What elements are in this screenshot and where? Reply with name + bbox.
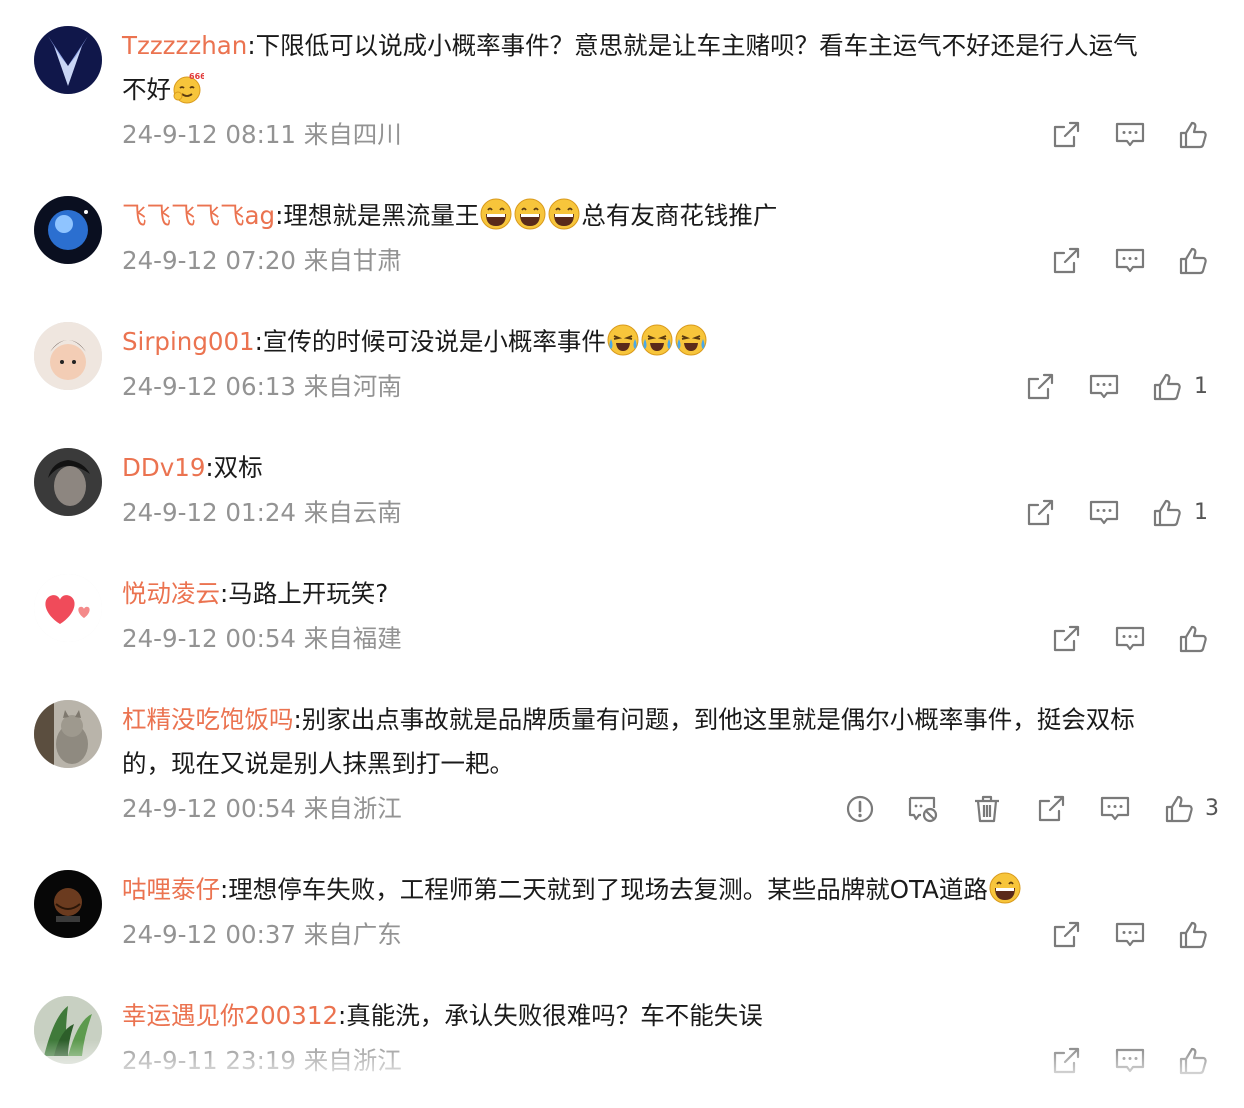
like-icon[interactable] bbox=[1177, 1045, 1209, 1077]
comment-icon[interactable] bbox=[1114, 623, 1146, 655]
avatar[interactable] bbox=[34, 996, 102, 1064]
comment-meta: 24-9-12 06:13 来自河南 bbox=[122, 372, 402, 401]
comment-body: 双标 bbox=[213, 453, 263, 482]
like-count: 1 bbox=[1194, 500, 1208, 525]
like-icon[interactable] bbox=[1177, 919, 1209, 951]
comment-body: 理想就是黑流量王 bbox=[283, 201, 480, 230]
comment-text: 幸运遇见你200312:真能洗，承认失败很难吗？车不能失误 bbox=[122, 1001, 763, 1030]
comment-body-cont: 的，现在又说是别人抹黑到打一耙。 bbox=[122, 749, 514, 778]
comment-icon[interactable] bbox=[1099, 793, 1131, 825]
laugh-cry-face-icon bbox=[675, 324, 707, 356]
comment-body: 下限低可以说成小概率事件？意思就是让车主赌呗？看车主运气不好还是行人运气 bbox=[255, 31, 1138, 60]
comment-icon[interactable] bbox=[1114, 245, 1146, 277]
grin-face-icon bbox=[514, 198, 546, 230]
comment-username[interactable]: DDv19 bbox=[122, 453, 205, 482]
share-icon[interactable] bbox=[1050, 245, 1082, 277]
share-icon[interactable] bbox=[1050, 1045, 1082, 1077]
comment-body: 真能洗，承认失败很难吗？车不能失误 bbox=[346, 1001, 763, 1030]
comment-username[interactable]: 飞飞飞飞飞ag bbox=[122, 201, 275, 230]
comment-text: DDv19:双标 bbox=[122, 453, 263, 482]
share-icon[interactable] bbox=[1024, 497, 1056, 529]
comment-body: 理想停车失败，工程师第二天就到了现场去复测。某些品牌就OTA道路 bbox=[228, 875, 988, 904]
avatar[interactable] bbox=[34, 322, 102, 390]
comment-text: 悦动凌云:马路上开玩笑? bbox=[122, 579, 389, 608]
like-count: 1 bbox=[1194, 374, 1208, 399]
comment-body-cont: 不好 bbox=[122, 75, 171, 104]
share-icon[interactable] bbox=[1024, 371, 1056, 403]
comment-meta: 24-9-12 01:24 来自云南 bbox=[122, 498, 402, 527]
share-icon[interactable] bbox=[1035, 793, 1067, 825]
comment-meta: 24-9-12 00:54 来自福建 bbox=[122, 624, 402, 653]
like-icon[interactable] bbox=[1177, 245, 1209, 277]
comment-text: 杠精没吃饱饭吗:别家出点事故就是品牌质量有问题，到他这里就是偶尔小概率事件，挺会… bbox=[122, 705, 1135, 778]
comment-username[interactable]: 悦动凌云 bbox=[122, 579, 220, 608]
comment-body: 宣传的时候可没说是小概率事件 bbox=[262, 327, 606, 356]
like-count: 3 bbox=[1205, 796, 1219, 821]
comment-icon[interactable] bbox=[1088, 371, 1120, 403]
grin-face-icon bbox=[989, 872, 1021, 904]
comment-meta: 24-9-12 07:20 来自甘肃 bbox=[122, 246, 402, 275]
comment-body: 别家出点事故就是品牌质量有问题，到他这里就是偶尔小概率事件，挺会双标 bbox=[301, 705, 1135, 734]
like-icon[interactable] bbox=[1177, 119, 1209, 151]
comment-icon[interactable] bbox=[1114, 1045, 1146, 1077]
comment-meta: 24-9-12 00:37 来自广东 bbox=[122, 920, 402, 949]
comment-body: 马路上开玩笑? bbox=[228, 579, 389, 608]
comment-text: Tzzzzzhan:下限低可以说成小概率事件？意思就是让车主赌呗？看车主运气不好… bbox=[122, 31, 1138, 104]
like-icon[interactable] bbox=[1151, 371, 1183, 403]
comment-icon[interactable] bbox=[1114, 919, 1146, 951]
666-face-icon bbox=[172, 72, 204, 104]
comment-meta: 24-9-11 23:19 来自浙江 bbox=[122, 1046, 402, 1075]
laugh-cry-face-icon bbox=[607, 324, 639, 356]
comment-text: 飞飞飞飞飞ag:理想就是黑流量王 总有友商花钱推广 bbox=[122, 194, 1227, 238]
grin-face-icon bbox=[480, 198, 512, 230]
comment-icon[interactable] bbox=[1088, 497, 1120, 529]
comment-meta: 24-9-12 08:11 来自四川 bbox=[122, 120, 402, 149]
share-icon[interactable] bbox=[1050, 919, 1082, 951]
comment-text: Sirping001:宣传的时候可没说是小概率事件 bbox=[122, 320, 1227, 364]
comment-username[interactable]: Sirping001 bbox=[122, 327, 255, 356]
share-icon[interactable] bbox=[1050, 623, 1082, 655]
comment-username[interactable]: 杠精没吃饱饭吗 bbox=[122, 705, 294, 734]
comment-body-after: 总有友商花钱推广 bbox=[581, 201, 778, 230]
avatar[interactable] bbox=[34, 870, 102, 938]
avatar[interactable] bbox=[34, 448, 102, 516]
block-icon[interactable] bbox=[907, 793, 939, 825]
share-icon[interactable] bbox=[1050, 119, 1082, 151]
comment-meta: 24-9-12 00:54 来自浙江 bbox=[122, 794, 402, 823]
grin-face-icon bbox=[548, 198, 580, 230]
comment-username[interactable]: 咕哩泰仔 bbox=[122, 875, 220, 904]
comment-username[interactable]: Tzzzzzhan bbox=[122, 31, 247, 60]
avatar[interactable] bbox=[34, 574, 102, 642]
avatar[interactable] bbox=[34, 26, 102, 94]
like-icon[interactable] bbox=[1177, 623, 1209, 655]
avatar[interactable] bbox=[34, 196, 102, 264]
like-icon[interactable] bbox=[1163, 793, 1195, 825]
laugh-cry-face-icon bbox=[641, 324, 673, 356]
report-icon[interactable] bbox=[844, 793, 876, 825]
like-icon[interactable] bbox=[1151, 497, 1183, 529]
comment-icon[interactable] bbox=[1114, 119, 1146, 151]
comment-text: 咕哩泰仔:理想停车失败，工程师第二天就到了现场去复测。某些品牌就OTA道路 bbox=[122, 868, 1227, 912]
avatar[interactable] bbox=[34, 700, 102, 768]
comment-username[interactable]: 幸运遇见你200312 bbox=[122, 1001, 338, 1030]
delete-icon[interactable] bbox=[971, 793, 1003, 825]
